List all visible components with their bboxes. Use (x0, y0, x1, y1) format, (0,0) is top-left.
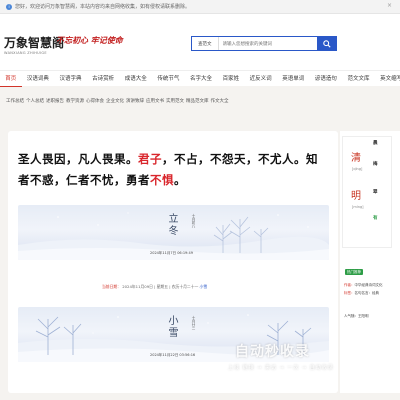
date-meta-week: 星期五 (156, 284, 169, 289)
hot-recommend-tag: 热门推荐 (345, 269, 363, 275)
nav-item-dictionary[interactable]: 汉语词典 (22, 71, 55, 87)
subnav-item[interactable]: 教学资源 (66, 98, 84, 104)
date-meta-season-link[interactable]: 小雪 (200, 284, 208, 289)
nav-item-solar-terms[interactable]: 传统节气 (152, 71, 185, 87)
subnav-item[interactable]: 心得体会 (86, 98, 104, 104)
subnav-item[interactable]: 述职报告 (46, 98, 64, 104)
sidebar-info-line[interactable]: 人气随：王阳明 (344, 314, 369, 319)
nav-item-home[interactable]: 首页 (0, 71, 22, 87)
character-pinyin: [qīng] (352, 167, 363, 171)
site-logo[interactable]: 万象智慧阁 (4, 34, 64, 51)
search-category-select[interactable]: 查范文 (192, 37, 219, 50)
nav-item-characters[interactable]: 汉语字典 (54, 71, 87, 87)
lunar-date: 十月廿二 (192, 316, 196, 330)
notice-bar: i 您好，欢迎访问万象智慧阁，本站内容均来自网络收集，如有侵权请联系删除。 × (0, 0, 400, 14)
sub-nav: 工作总结 个人总结 述职报告 教学资源 心得体会 企业文化 演讲致辞 应用文书 … (0, 96, 400, 106)
quote-text: 。 (174, 173, 186, 187)
main-nav: 首页 汉语词典 汉语字典 古诗赏析 成语大全 传统节气 名字大全 百家姓 近反义… (0, 70, 400, 87)
featured-character: 清 (351, 153, 361, 164)
subnav-item[interactable]: 作文大全 (211, 98, 229, 104)
lunar-date: 十月初八 (192, 214, 196, 228)
search-bar: 查范文 (191, 36, 337, 51)
date-meta-label: 当前日期： (102, 284, 121, 289)
nav-item-essays[interactable]: 范文文库 (342, 71, 375, 87)
date-meta-date: 2024年11月09日 (122, 284, 153, 289)
subnav-item[interactable]: 演讲致辞 (126, 98, 144, 104)
site-logo-subtitle: WANXIANG ZHIHUIGE (4, 51, 47, 55)
solar-term-title: 小雪 (166, 315, 177, 339)
date-meta: 当前日期： 2024年11月09日 | 星期五 | 农历十月二十一 小雪 (102, 284, 208, 289)
nav-item-poems[interactable]: 古诗赏析 (87, 71, 120, 87)
nav-item-names[interactable]: 名字大全 (185, 71, 218, 87)
nav-item-surnames[interactable]: 百家姓 (217, 71, 244, 87)
close-icon[interactable]: × (387, 2, 392, 9)
info-icon: i (6, 3, 12, 10)
subnav-item[interactable]: 个人总结 (26, 98, 44, 104)
subnav-item[interactable]: 企业文化 (106, 98, 124, 104)
character-card[interactable]: 清 [qīng] 明 [míng] 晨 梅 翠 有 (342, 136, 392, 248)
quote-highlight: 君子 (138, 152, 162, 166)
date-meta-lunar: 农历十月二十一 (171, 284, 199, 289)
nav-item-abbreviations[interactable]: 英文缩写 (375, 71, 400, 87)
quote-text: 圣人畏因，凡人畏果。 (18, 152, 138, 166)
subnav-item[interactable]: 实用范文 (166, 98, 184, 104)
character-pinyin: [míng] (352, 205, 364, 209)
site-header: 万象智慧阁 WANXIANG ZHIHUIGE 不忘初心 牢记使命 查范文 (0, 14, 400, 70)
watermark-logo: 自动秒收录 (235, 344, 310, 360)
page: i 您好，欢迎访问万象智慧阁，本站内容均来自网络收集，如有侵权请联系删除。 × … (0, 0, 400, 400)
poem-word: 梅 (373, 162, 378, 167)
poem-word: 有 (373, 216, 378, 221)
featured-character: 明 (351, 191, 361, 202)
nav-item-english-words[interactable]: 英语单词 (277, 71, 310, 87)
nav-item-synonyms[interactable]: 近反义词 (244, 71, 277, 87)
solar-term-time: 2024年11月7日 06:19:49 (150, 251, 193, 255)
sidebar-info-line: 标签：名句名言：经典 (344, 291, 379, 295)
featured-quote: 圣人畏因，凡人畏果。君子，不占，不怨天，不尤人。知者不惑，仁者不忧，勇者不惧。 (18, 149, 318, 191)
search-button[interactable] (317, 36, 337, 51)
site-slogan: 不忘初心 牢记使命 (56, 35, 123, 45)
subnav-item[interactable]: 应用文书 (146, 98, 164, 104)
subnav-item[interactable]: 工作总结 (6, 98, 24, 104)
right-sidebar: 清 [qīng] 明 [míng] 晨 梅 翠 有 热门推荐 作者：中华经典诗词… (340, 131, 400, 393)
quote-highlight: 不惧 (150, 173, 174, 187)
notice-text: 您好，欢迎访问万象智慧阁，本站内容均来自网络收集，如有侵权请联系删除。 (15, 4, 191, 10)
solar-term-time: 2024年11月22日 03:56:16 (150, 353, 196, 357)
nav-item-idioms[interactable]: 成语大全 (119, 71, 152, 87)
solar-term-title: 立冬 (166, 213, 177, 237)
poem-word: 晨 (373, 141, 378, 146)
subnav-item[interactable]: 精品范文库 (186, 98, 209, 104)
sidebar-info-line: 作者：中华经典诗词文化 (344, 283, 383, 287)
search-icon (323, 39, 331, 48)
solar-term-banner[interactable]: 立冬 十月初八 2024年11月7日 06:19:49 (18, 205, 329, 260)
nav-item-sentences[interactable]: 谚语造句 (310, 71, 343, 87)
poem-word: 翠 (373, 190, 378, 195)
watermark-subtitle: 上线 链接 → 来访 → 一次 → 自动收录 (228, 365, 334, 371)
